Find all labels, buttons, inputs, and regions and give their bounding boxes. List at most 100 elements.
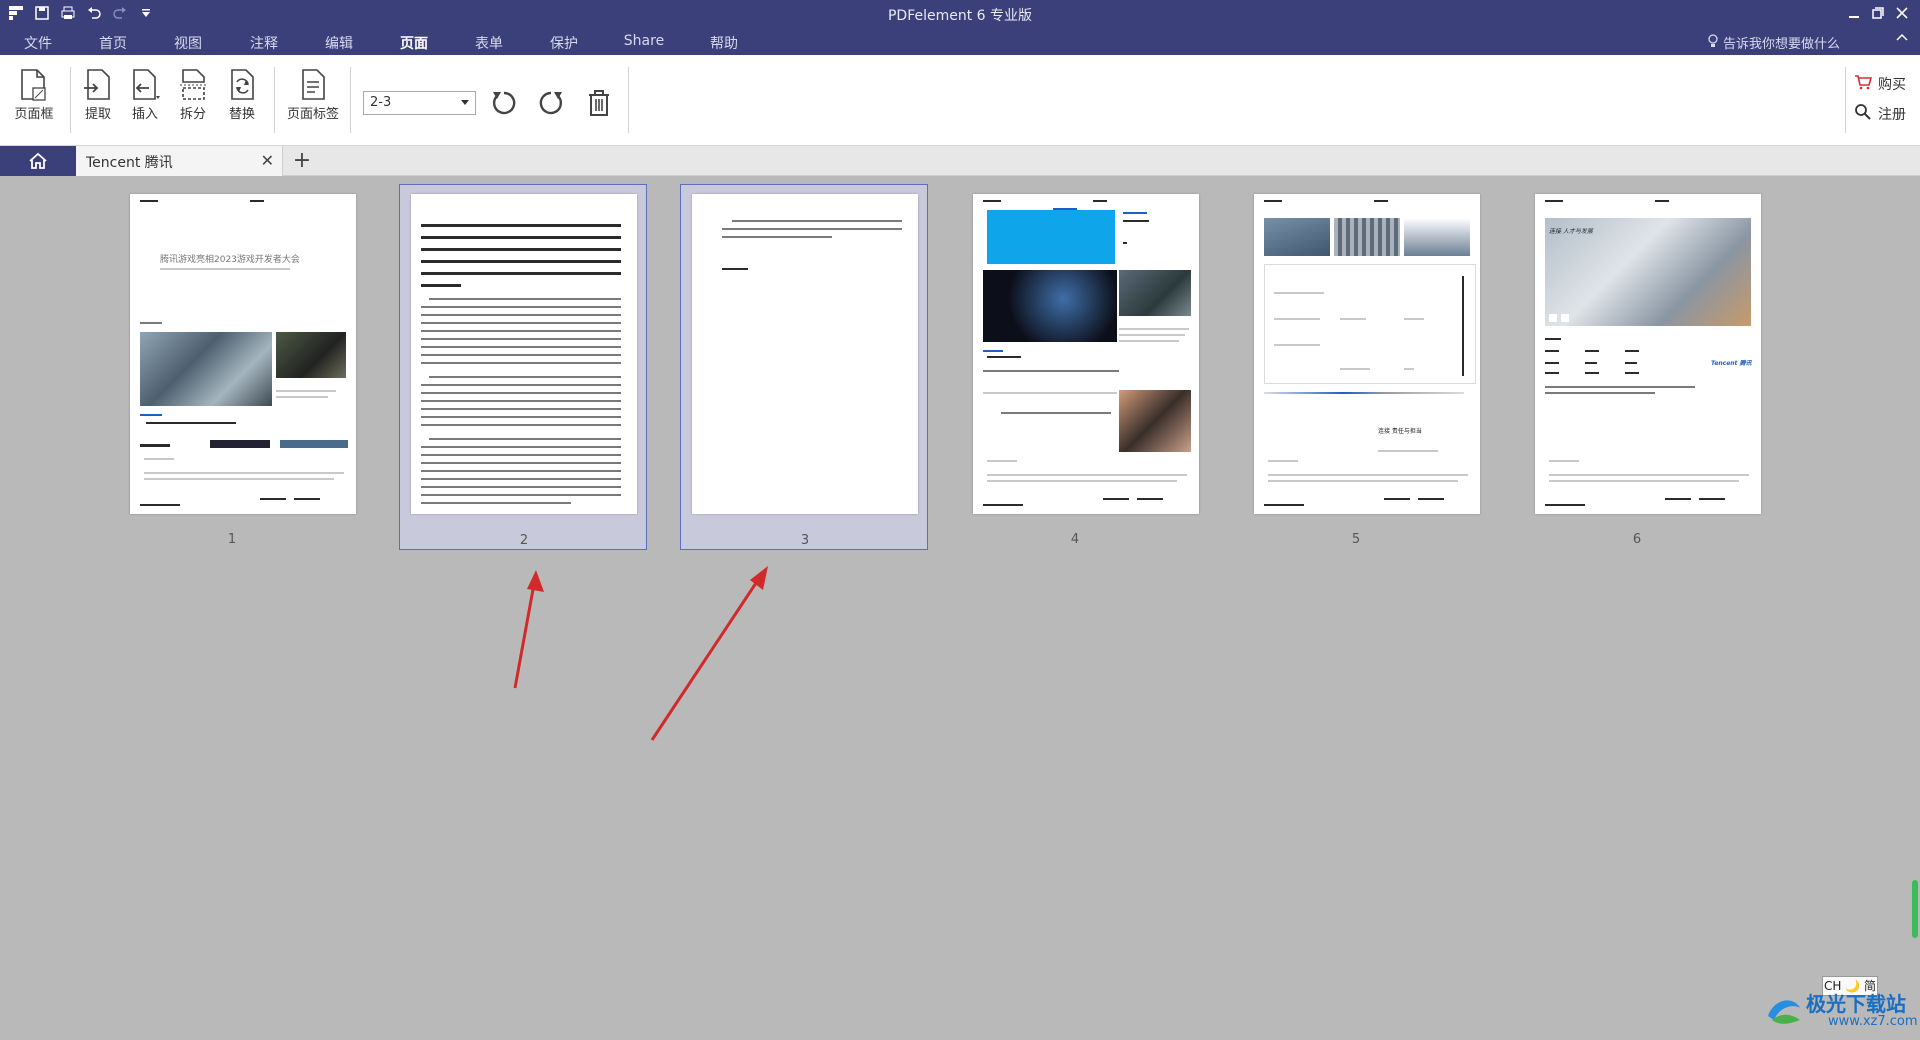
page-box-icon: [9, 67, 59, 103]
page-thumbnail[interactable]: 4: [951, 184, 1199, 550]
page-number: 2: [519, 533, 529, 548]
page-range-select[interactable]: 2-3: [363, 91, 476, 115]
ribbon-divider: [274, 67, 275, 133]
ribbon-divider: [70, 67, 71, 133]
page-preview: [411, 194, 637, 514]
photo: [1119, 390, 1191, 452]
extract-icon: [73, 67, 123, 103]
image-placeholder: [987, 210, 1115, 264]
tell-me-search[interactable]: 告诉我你想要做什么: [1707, 33, 1840, 52]
scrollbar-thumb[interactable]: [1912, 880, 1918, 938]
page-thumbnail-selected[interactable]: 2: [399, 184, 647, 550]
ribbon-divider: [1845, 67, 1846, 133]
restore-icon[interactable]: [1866, 2, 1890, 24]
rotate-left-button[interactable]: [487, 86, 521, 120]
ribbon-toolbar: 页面框 提取 插入 拆分 替换 页面标签 2-3 购买 注册: [0, 55, 1920, 146]
extract-label: 提取: [84, 107, 111, 122]
page-thumbnails-workspace: 腾讯游戏亮相2023游戏开发者大会 1 2 3 4 连接 责任与担当 5 连接 …: [0, 176, 1920, 1040]
delete-page-button[interactable]: [582, 86, 616, 120]
arrow-to-page-2: [513, 570, 544, 689]
page-preview: 连接 责任与担当: [1254, 194, 1480, 514]
close-tab-icon[interactable]: ✕: [261, 151, 274, 170]
replace-label: 替换: [228, 107, 255, 122]
trash-icon: [589, 90, 609, 116]
page-preview: 腾讯游戏亮相2023游戏开发者大会: [130, 194, 356, 514]
minimize-icon[interactable]: [1842, 2, 1866, 24]
tell-me-label: 告诉我你想要做什么: [1722, 37, 1840, 52]
menu-help[interactable]: 帮助: [694, 33, 754, 53]
page-thumbnail[interactable]: 连接 人才与发展 Tencent 腾讯 6: [1513, 184, 1761, 550]
page5-heading: 连接 责任与担当: [1378, 428, 1422, 435]
extract-button[interactable]: 提取: [73, 67, 123, 122]
ribbon-divider: [350, 67, 351, 133]
replace-button[interactable]: 替换: [217, 67, 267, 122]
page6-heading: 连接 人才与发展: [1549, 228, 1593, 235]
arrow-to-page-3: [650, 566, 768, 741]
ribbon-divider: [628, 67, 629, 133]
page-label-label: 页面标签: [286, 107, 339, 122]
rotate-left-icon: [492, 91, 516, 115]
insert-button[interactable]: 插入: [120, 67, 170, 122]
rotate-right-button[interactable]: [534, 86, 568, 120]
page-range-value: 2-3: [370, 95, 392, 110]
watermark-name: 极光下载站: [1806, 992, 1906, 1016]
search-icon: [1854, 104, 1872, 124]
menu-protect[interactable]: 保护: [534, 33, 594, 53]
title-bar: PDFelement 6 专业版: [0, 0, 1920, 27]
document-tab-title: Tencent 腾讯: [86, 155, 173, 171]
split-label: 拆分: [179, 107, 206, 122]
cart-icon: [1854, 74, 1873, 94]
photo: [276, 332, 346, 378]
page-thumbnail-selected[interactable]: 3: [680, 184, 928, 550]
page-preview: [692, 194, 918, 514]
home-tab[interactable]: [0, 146, 76, 176]
close-icon[interactable]: [1890, 2, 1914, 24]
buy-link[interactable]: 购买: [1854, 69, 1906, 99]
menu-form[interactable]: 表单: [459, 33, 519, 53]
page-label-button[interactable]: 页面标签: [284, 67, 342, 122]
insert-label: 插入: [131, 107, 158, 122]
watermark: 极光下载站 www.xz7.com: [1764, 988, 1918, 1032]
content-card: [1264, 264, 1476, 384]
photo: [1334, 218, 1400, 256]
add-tab-icon[interactable]: +: [290, 148, 314, 173]
document-tab-bar: Tencent 腾讯 ✕ +: [0, 146, 1920, 176]
page1-heading: 腾讯游戏亮相2023游戏开发者大会: [160, 255, 300, 265]
photo: [983, 270, 1117, 342]
collapse-ribbon-icon[interactable]: [1896, 32, 1908, 48]
page-number: 6: [1632, 532, 1642, 547]
register-link[interactable]: 注册: [1854, 99, 1906, 129]
photo: [1264, 218, 1330, 256]
menu-share[interactable]: Share: [614, 33, 674, 49]
menu-page[interactable]: 页面: [384, 33, 444, 59]
page-number: 4: [1070, 532, 1080, 547]
split-icon: [168, 67, 218, 103]
page-label-icon: [284, 67, 342, 103]
page-number: 5: [1351, 532, 1361, 547]
register-label: 注册: [1878, 107, 1906, 123]
buy-label: 购买: [1878, 77, 1906, 93]
page-thumbnail[interactable]: 连接 责任与担当 5: [1232, 184, 1480, 550]
page6-brand: Tencent 腾讯: [1711, 360, 1752, 367]
page-box-button[interactable]: 页面框: [9, 67, 59, 122]
insert-icon: [120, 67, 170, 103]
page-preview: [973, 194, 1199, 514]
menu-edit[interactable]: 编辑: [309, 33, 369, 53]
photo: [1119, 270, 1191, 316]
split-button[interactable]: 拆分: [168, 67, 218, 122]
page-thumbnail[interactable]: 腾讯游戏亮相2023游戏开发者大会 1: [108, 184, 356, 550]
menu-bar: 文件 首页 视图 注释 编辑 页面 表单 保护 Share 帮助 告诉我你想要做…: [0, 27, 1920, 59]
photo: [140, 332, 272, 406]
app-title: PDFelement 6 专业版: [887, 8, 1033, 24]
menu-comment[interactable]: 注释: [234, 33, 294, 53]
page-preview: 连接 人才与发展 Tencent 腾讯: [1535, 194, 1761, 514]
home-icon: [29, 152, 47, 169]
menu-view[interactable]: 视图: [158, 33, 218, 53]
document-tab[interactable]: Tencent 腾讯 ✕: [76, 146, 283, 176]
page-number: 3: [800, 533, 810, 548]
menu-home[interactable]: 首页: [83, 33, 143, 53]
watermark-url: www.xz7.com: [1828, 1014, 1918, 1029]
menu-file[interactable]: 文件: [8, 33, 68, 53]
replace-icon: [217, 67, 267, 103]
page-box-label: 页面框: [14, 107, 54, 122]
